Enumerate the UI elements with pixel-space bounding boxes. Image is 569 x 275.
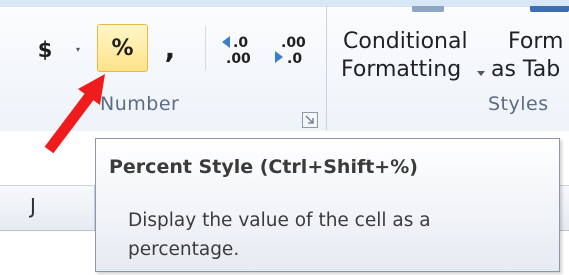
tooltip-description-line2: percentage. — [128, 239, 240, 260]
tooltip-description-line1: Display the value of the cell as a — [128, 210, 431, 231]
excel-window: $ ▾ % , .0 .00 .00 .0 Number Conditional… — [0, 0, 569, 275]
left-arrow-shape — [222, 36, 230, 48]
decimal-bottom-text: .0 — [287, 51, 302, 67]
chevron-down-icon[interactable]: ▾ — [74, 44, 82, 54]
decimal-bottom-text: .00 — [226, 51, 251, 67]
decrease-decimal-icon: .00 .0 — [275, 35, 306, 67]
percent-style-tooltip: Percent Style (Ctrl+Shift+%) Display the… — [95, 138, 560, 272]
chevron-down-icon[interactable] — [477, 70, 485, 78]
column-header-j[interactable]: J — [30, 194, 50, 220]
decimal-top-text: .0 — [233, 35, 248, 51]
tooltip-description: Display the value of the cell as a perce… — [128, 206, 548, 264]
comma-style-button[interactable]: , — [163, 32, 177, 65]
launcher-arrow-icon — [305, 115, 314, 124]
group-divider — [326, 6, 327, 130]
format-as-table-label-line2[interactable]: as Tab — [491, 57, 569, 85]
conditional-formatting-button[interactable]: Conditional — [343, 29, 489, 57]
format-as-table-icon — [530, 6, 569, 12]
separator — [205, 26, 206, 70]
accounting-format-button[interactable]: $ — [32, 38, 58, 62]
decrease-decimal-button[interactable]: .00 .0 — [273, 30, 313, 68]
styles-group-label: Styles — [488, 93, 549, 115]
right-arrow-shape — [275, 51, 283, 63]
dialog-launcher-icon[interactable] — [302, 112, 318, 128]
decimal-top-text: .00 — [281, 35, 306, 51]
number-group-label: Number — [100, 93, 180, 115]
format-as-table-button[interactable]: Form — [508, 29, 569, 57]
increase-decimal-icon: .0 .00 — [222, 35, 251, 67]
percent-style-button[interactable]: % — [97, 24, 148, 72]
increase-decimal-button[interactable]: .0 .00 — [218, 30, 258, 68]
conditional-formatting-label-text: Formatting — [341, 57, 462, 82]
tooltip-title: Percent Style (Ctrl+Shift+%) — [109, 156, 418, 178]
conditional-formatting-icon — [412, 6, 444, 12]
